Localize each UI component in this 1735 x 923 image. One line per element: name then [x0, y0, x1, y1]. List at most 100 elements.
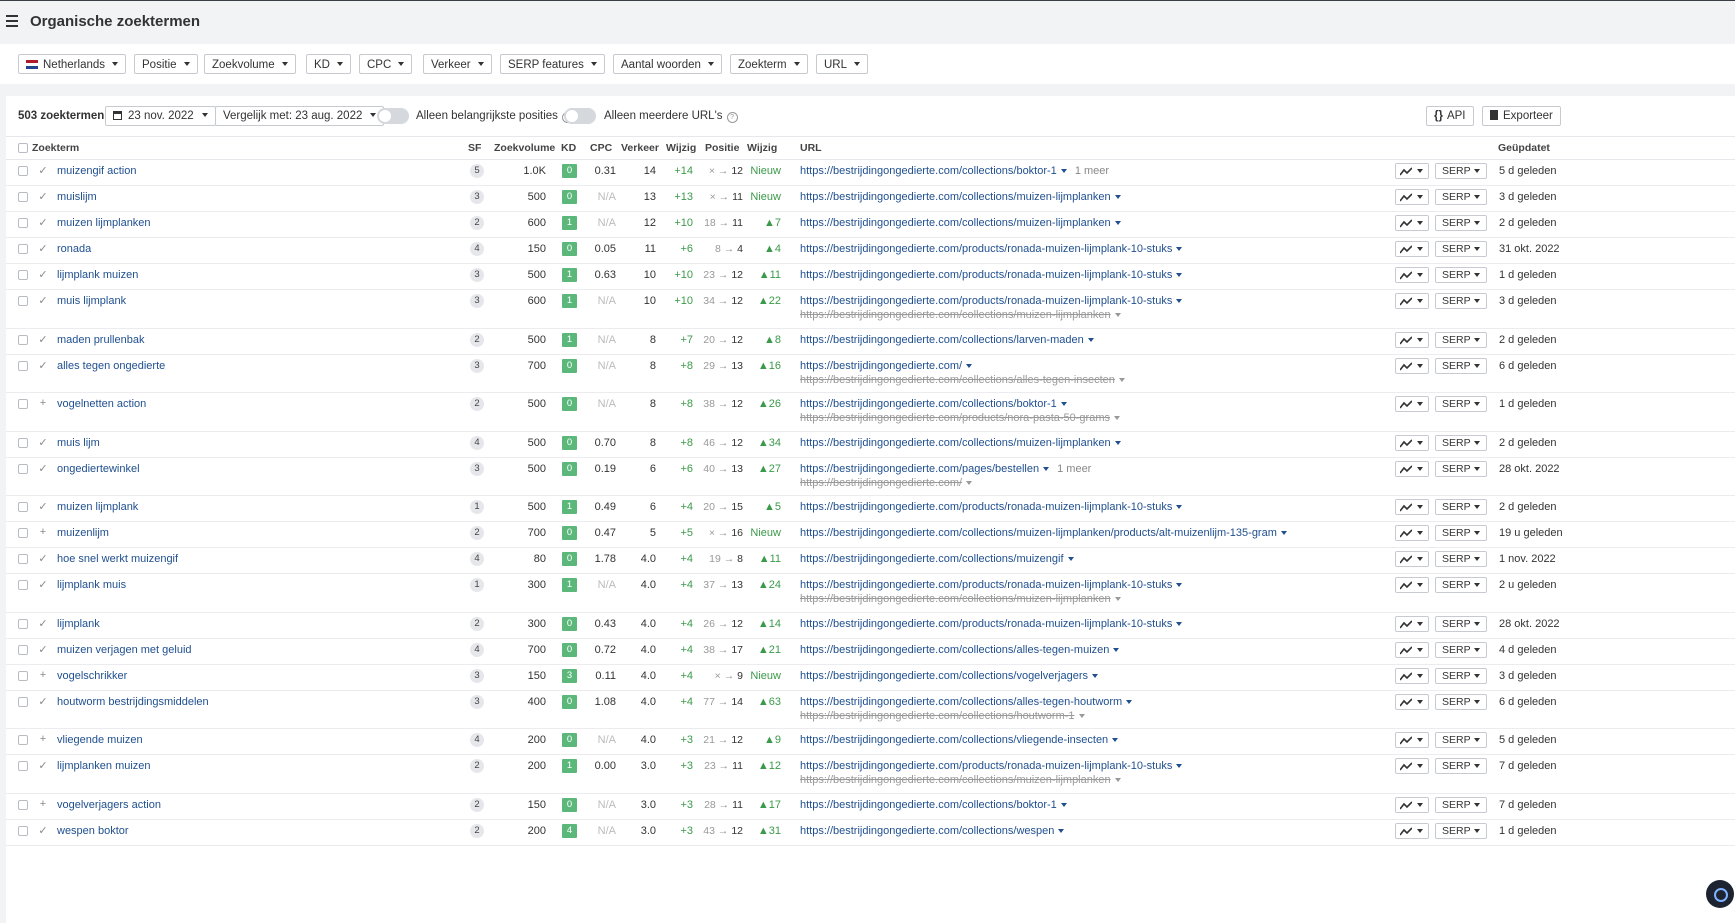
serp-button[interactable]: SERP: [1435, 357, 1487, 374]
keyword-link[interactable]: lijmplank muizen: [57, 269, 138, 281]
row-checkbox[interactable]: [18, 580, 28, 590]
url-link[interactable]: https://bestrijdingongedierte.com/collec…: [800, 670, 1088, 682]
trend-chart-button[interactable]: [1395, 577, 1429, 593]
checkmark-icon[interactable]: ✓: [37, 695, 49, 708]
chevron-down-icon[interactable]: [1176, 273, 1183, 277]
url-link[interactable]: https://bestrijdingongedierte.com/collec…: [800, 644, 1109, 656]
checkmark-icon[interactable]: ✓: [37, 216, 49, 229]
row-checkbox[interactable]: [18, 618, 28, 629]
row-checkbox[interactable]: [18, 528, 28, 538]
trend-chart-button[interactable]: [1395, 667, 1429, 684]
url-link[interactable]: https://bestrijdingongedierte.com/collec…: [800, 398, 1057, 410]
row-checkbox[interactable]: [18, 463, 28, 474]
col-position-change[interactable]: Wijzig: [747, 142, 777, 154]
chevron-down-icon[interactable]: [966, 480, 973, 485]
export-button[interactable]: Exporteer: [1482, 106, 1561, 126]
more-urls-link[interactable]: 1 meer: [1075, 165, 1109, 177]
serp-button[interactable]: SERP: [1435, 758, 1487, 774]
chevron-down-icon[interactable]: [1114, 416, 1120, 420]
ranking-url[interactable]: https://bestrijdingongedierte.com/pages/…: [800, 463, 1091, 475]
url-link[interactable]: https://bestrijdingongedierte.com/collec…: [800, 527, 1277, 539]
trend-chart-button[interactable]: [1395, 189, 1429, 205]
checkmark-icon[interactable]: ✓: [37, 190, 49, 203]
trend-chart-button[interactable]: [1395, 693, 1429, 710]
serp-button[interactable]: SERP: [1435, 267, 1487, 283]
keyword-link[interactable]: muis lijmplank: [57, 295, 126, 307]
serp-button[interactable]: SERP: [1435, 189, 1487, 205]
main-positions-toggle[interactable]: [377, 108, 409, 124]
keyword-link[interactable]: muizen verjagen met geluid: [57, 644, 192, 656]
previous-url[interactable]: https://bestrijdingongedierte.com/collec…: [800, 593, 1121, 605]
chevron-down-icon[interactable]: [1060, 402, 1067, 406]
keyword-link[interactable]: ongediertewinkel: [57, 463, 140, 475]
multiple-urls-toggle[interactable]: [564, 108, 596, 124]
trend-chart-button[interactable]: [1395, 163, 1429, 179]
ranking-url[interactable]: https://bestrijdingongedierte.com/produc…: [800, 269, 1183, 281]
keyword-link[interactable]: maden prullenbak: [57, 334, 144, 346]
row-checkbox[interactable]: [18, 799, 28, 810]
url-link[interactable]: https://bestrijdingongedierte.com/collec…: [800, 437, 1111, 449]
trend-chart-button[interactable]: [1395, 499, 1429, 515]
help-icon[interactable]: ?: [726, 112, 738, 123]
serp-button[interactable]: SERP: [1435, 796, 1487, 813]
serp-button[interactable]: SERP: [1435, 499, 1487, 515]
keyword-link[interactable]: vogelnetten action: [57, 398, 146, 410]
chevron-down-icon[interactable]: [1114, 597, 1121, 601]
chevron-down-icon[interactable]: [1176, 247, 1183, 251]
row-checkbox[interactable]: [18, 192, 28, 202]
url-link[interactable]: https://bestrijdingongedierte.com/produc…: [800, 269, 1172, 281]
previous-url[interactable]: https://bestrijdingongedierte.com/: [800, 477, 973, 489]
ranking-url[interactable]: https://bestrijdingongedierte.com/collec…: [800, 334, 1094, 346]
trend-chart-button[interactable]: [1395, 396, 1429, 412]
filter-zoekterm[interactable]: Zoekterm: [730, 54, 808, 74]
url-link[interactable]: https://bestrijdingongedierte.com/collec…: [800, 165, 1057, 177]
trend-chart-button[interactable]: [1395, 822, 1429, 839]
url-link[interactable]: https://bestrijdingongedierte.com/produc…: [800, 760, 1172, 772]
plus-icon[interactable]: +: [37, 733, 49, 745]
keyword-link[interactable]: lijmplank: [57, 618, 100, 630]
serp-button[interactable]: SERP: [1435, 732, 1487, 748]
row-checkbox[interactable]: [18, 644, 28, 655]
keyword-link[interactable]: houtworm bestrijdingsmiddelen: [57, 696, 209, 708]
filter-aantal-woorden[interactable]: Aantal woorden: [613, 54, 722, 74]
col-position[interactable]: Positie: [705, 142, 739, 154]
keyword-link[interactable]: muizengif action: [57, 165, 137, 177]
keyword-link[interactable]: muizenlijm: [57, 527, 109, 539]
checkmark-icon[interactable]: ✓: [37, 462, 49, 475]
serp-button[interactable]: SERP: [1435, 615, 1487, 632]
checkmark-icon[interactable]: ✓: [37, 617, 49, 630]
row-checkbox[interactable]: [18, 218, 28, 228]
chevron-down-icon[interactable]: [1126, 699, 1133, 704]
checkmark-icon[interactable]: ✓: [37, 268, 49, 281]
filter-serp-features[interactable]: SERP features: [500, 54, 605, 74]
row-checkbox[interactable]: [18, 270, 28, 280]
url-link[interactable]: https://bestrijdingongedierte.com/: [800, 360, 962, 372]
previous-url[interactable]: https://bestrijdingongedierte.com/collec…: [800, 374, 1125, 386]
row-checkbox[interactable]: [18, 554, 28, 564]
trend-chart-button[interactable]: [1395, 434, 1429, 451]
compare-picker[interactable]: Vergelijk met: 23 aug. 2022: [215, 106, 385, 126]
chevron-down-icon[interactable]: [1092, 673, 1098, 678]
col-volume[interactable]: Zoekvolume: [494, 142, 555, 154]
chevron-down-icon[interactable]: [1060, 169, 1067, 173]
row-checkbox[interactable]: [18, 334, 28, 345]
filter-netherlands[interactable]: Netherlands: [18, 54, 127, 74]
plus-icon[interactable]: +: [37, 798, 49, 810]
keyword-link[interactable]: muizen lijmplank: [57, 501, 138, 513]
trend-chart-button[interactable]: [1395, 357, 1429, 374]
ranking-url[interactable]: https://bestrijdingongedierte.com/produc…: [800, 618, 1183, 630]
row-checkbox[interactable]: [18, 735, 28, 745]
ranking-url[interactable]: https://bestrijdingongedierte.com/collec…: [800, 527, 1287, 539]
row-checkbox[interactable]: [18, 670, 28, 681]
previous-url-link[interactable]: https://bestrijdingongedierte.com/produc…: [800, 412, 1110, 424]
url-link[interactable]: https://bestrijdingongedierte.com/collec…: [800, 734, 1108, 746]
previous-url-link[interactable]: https://bestrijdingongedierte.com/collec…: [800, 593, 1111, 605]
plus-icon[interactable]: +: [37, 669, 49, 681]
api-button[interactable]: {} API: [1426, 106, 1474, 126]
col-kd[interactable]: KD: [561, 142, 576, 154]
row-checkbox[interactable]: [18, 399, 28, 409]
chevron-down-icon[interactable]: [1176, 764, 1183, 768]
filter-kd[interactable]: KD: [306, 54, 351, 74]
checkmark-icon[interactable]: ✓: [37, 552, 49, 565]
ranking-url[interactable]: https://bestrijdingongedierte.com/: [800, 360, 973, 372]
